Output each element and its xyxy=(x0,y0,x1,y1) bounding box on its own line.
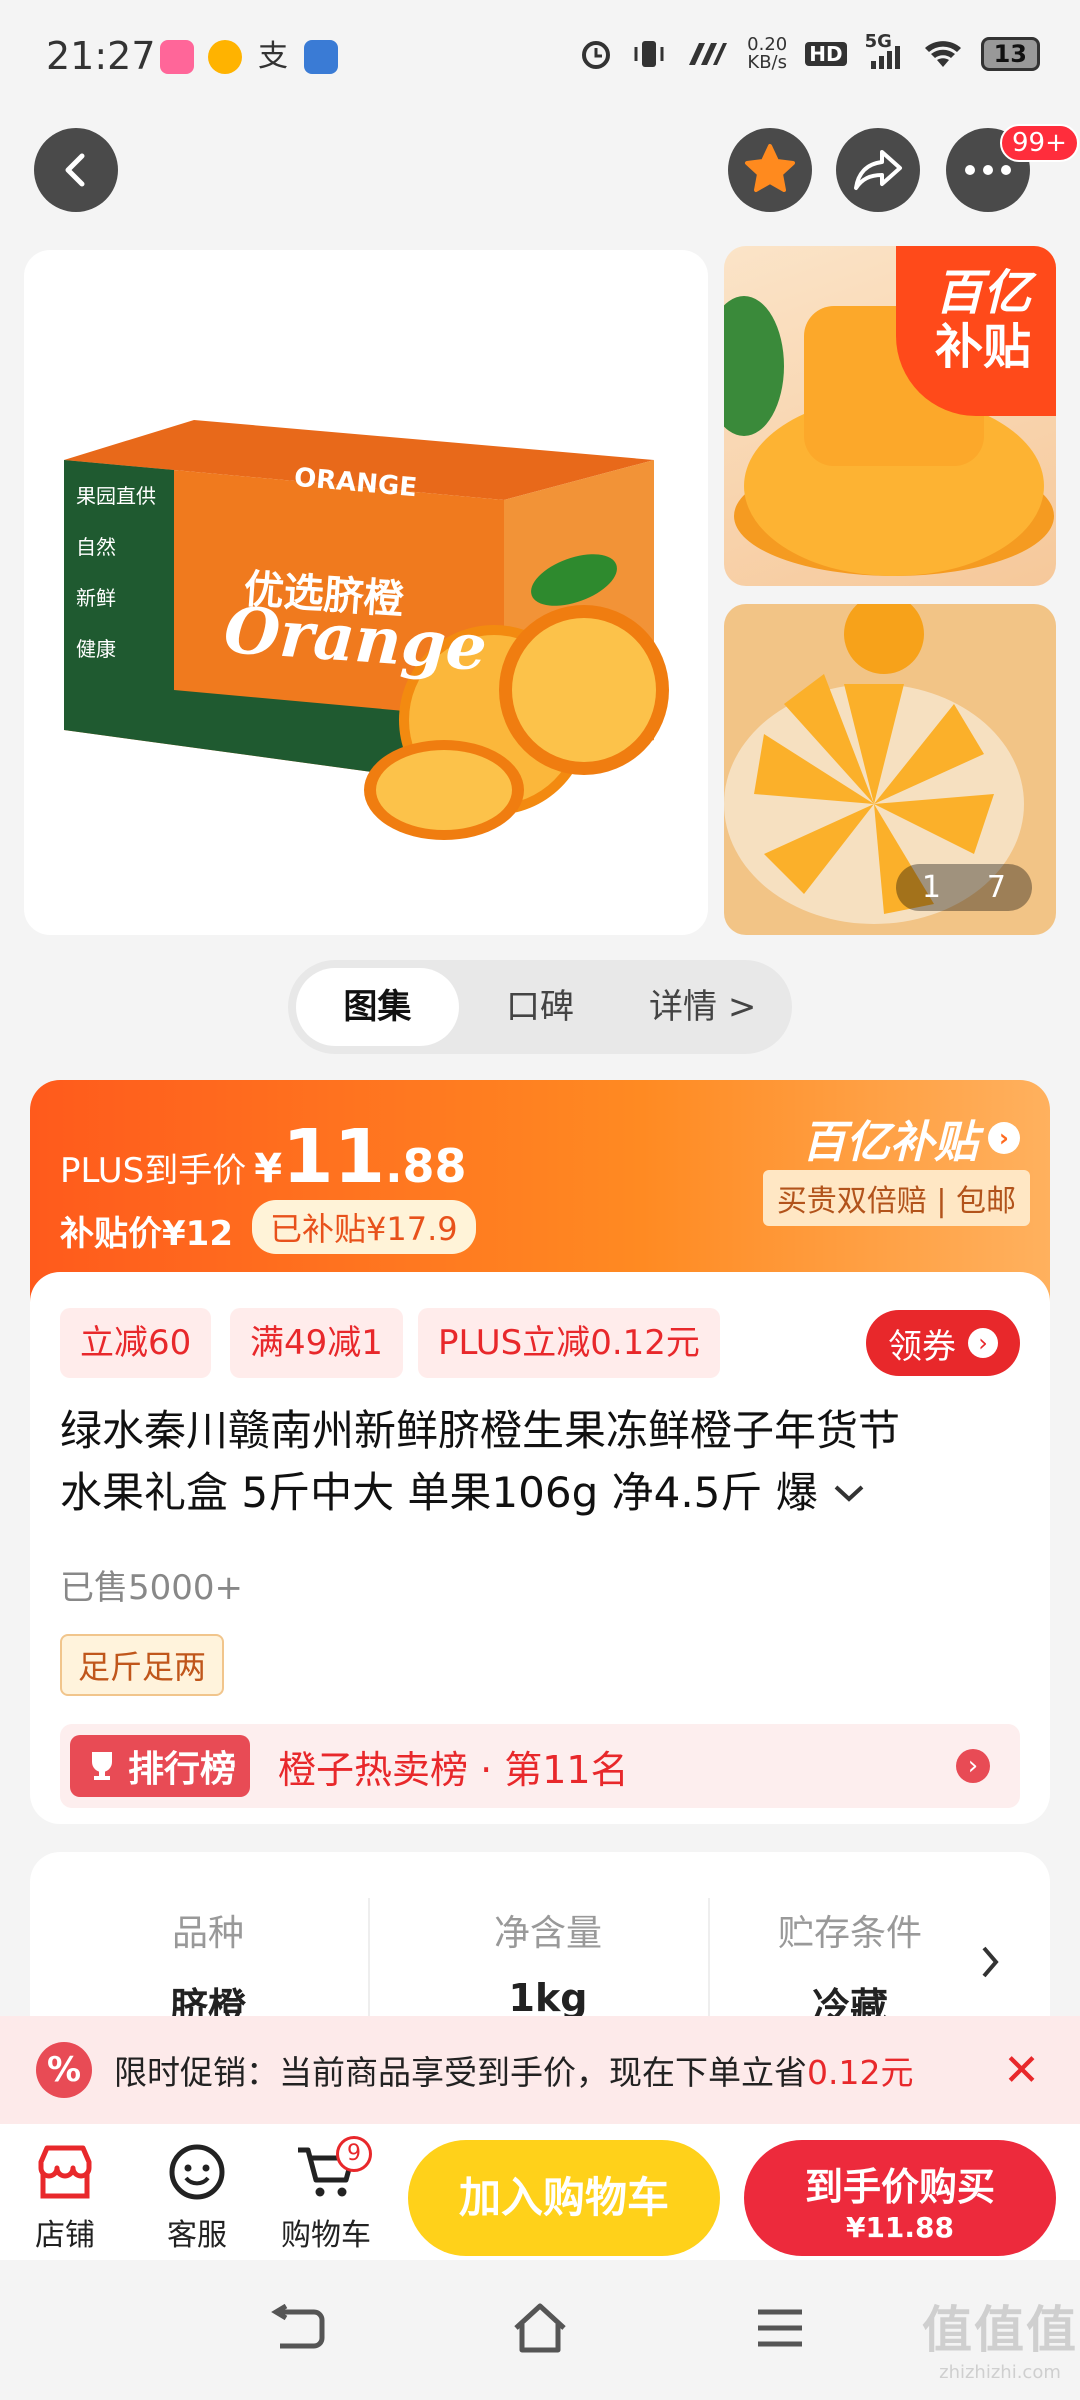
plus-price: PLUS到手价 ¥ 11 .88 xyxy=(60,1114,467,1200)
main-product-image[interactable]: ORANGE 优选脐橙 Orange 果园直供 自然 新鲜 健康 xyxy=(24,250,708,935)
favorite-button[interactable] xyxy=(728,128,812,212)
expand-chevron-icon[interactable] xyxy=(832,1483,866,1503)
watermark: 值值值 zhizhizhi.com xyxy=(922,2301,1078,2383)
get-coupon-button[interactable]: 领券 › xyxy=(866,1310,1020,1376)
sold-count: 已售5000+ xyxy=(60,1568,244,1608)
status-bar: 21:27 支 0.20 KB/s HD 5G 13 xyxy=(0,0,1080,110)
add-to-cart-button[interactable]: 加入购物车 xyxy=(408,2140,720,2256)
quality-tag: 足斤足两 xyxy=(60,1634,225,1696)
share-button[interactable] xyxy=(836,128,920,212)
notification-icons: 支 xyxy=(160,40,338,74)
vibrate-icon xyxy=(634,41,664,67)
chevron-left-icon xyxy=(65,153,85,187)
promo-text: 限时促销：当前商品享受到手价，现在下单立省 xyxy=(114,2053,807,2092)
home-nav-icon[interactable] xyxy=(510,2300,570,2356)
system-icons: 0.20 KB/s HD 5G 13 xyxy=(579,31,1040,73)
system-nav-bar: 值值值 zhizhizhi.com xyxy=(0,2260,1080,2400)
image-counter: 1 7 xyxy=(895,864,1032,911)
shop-button[interactable]: 店铺 xyxy=(24,2142,106,2254)
bilibili-icon xyxy=(160,40,194,74)
spec-variety: 品种 脐橙 xyxy=(169,1913,246,2029)
spec-weight: 净含量 1kg xyxy=(493,1913,602,2020)
product-title[interactable]: 绿水秦川赣南州新鲜脐橙生果冻鲜橙子年货节 水果礼盒 5斤中大 单果106g 净4… xyxy=(60,1400,1040,1524)
gallery-thumbnail-1[interactable]: 百亿 补贴 xyxy=(724,246,1056,586)
app-store-icon xyxy=(304,40,338,74)
rank-text: 橙子热卖榜 · 第11名 xyxy=(278,1747,629,1792)
spec-storage: 贮存条件 冷藏 xyxy=(777,1913,922,2029)
cart-count-badge: 9 xyxy=(336,2136,372,2172)
gallery-thumbnail-2[interactable]: 1 7 xyxy=(724,604,1056,935)
shop-icon xyxy=(38,2145,92,2199)
signal-icon: 5G xyxy=(865,31,905,71)
brand-subsidy-link[interactable]: 百亿补贴 › xyxy=(802,1106,1020,1170)
rank-badge: 排行榜 xyxy=(70,1735,251,1797)
content-tabs: 图集 口碑 详情 > xyxy=(288,960,792,1054)
divider xyxy=(708,1898,710,2018)
buy-now-button[interactable]: 到手价购买 ¥11.88 xyxy=(744,2140,1056,2256)
box-side-labels: 果园直供 自然 新鲜 健康 xyxy=(76,484,156,661)
tab-details[interactable]: 详情 > xyxy=(621,968,784,1046)
wifi-icon xyxy=(924,41,961,67)
chevron-right-icon: › xyxy=(968,1328,998,1358)
network-speed: 0.20 KB/s xyxy=(747,34,788,73)
battery-icon: 13 xyxy=(980,37,1040,71)
tab-reviews[interactable]: 口碑 xyxy=(459,968,622,1046)
promo-banner[interactable]: % 限时促销：当前商品享受到手价，现在下单立省 0.12元 ✕ xyxy=(0,2016,1080,2124)
subsidized-tag: 已补贴¥17.9 xyxy=(252,1200,476,1254)
product-info-card: 立减60 满49减1 PLUS立减0.12元 领券 › 绿水秦川赣南州新鲜脐橙生… xyxy=(30,1272,1050,1824)
bottom-action-bar: 店铺 客服 购物车 9 加入购物车 到手价购买 ¥11.88 xyxy=(0,2124,1080,2260)
nfc-icon xyxy=(689,43,728,65)
guarantee-tag: 买贵双倍赔 | 包邮 xyxy=(762,1170,1030,1226)
cart-button[interactable]: 购物车 9 xyxy=(276,2136,376,2254)
tiger-app-icon xyxy=(208,40,242,74)
star-icon xyxy=(745,144,795,192)
divider xyxy=(368,1898,370,2018)
percent-icon: % xyxy=(36,2042,92,2098)
back-button[interactable] xyxy=(34,128,118,212)
ranking-row[interactable]: 排行榜 橙子热卖榜 · 第11名 › xyxy=(60,1724,1020,1808)
subsidy-corner-tag: 百亿 补贴 xyxy=(896,246,1056,416)
alarm-icon xyxy=(582,41,611,69)
more-dots-icon xyxy=(965,165,1011,175)
coupon-chip[interactable]: PLUS立减0.12元 xyxy=(418,1308,720,1378)
subsidy-price: 补贴价¥12 xyxy=(60,1214,233,1254)
menu-nav-icon[interactable] xyxy=(756,2306,804,2350)
alipay-icon: 支 xyxy=(258,39,288,74)
hd-icon: HD xyxy=(805,42,847,66)
promo-amount: 0.12元 xyxy=(807,2053,914,2092)
clock: 21:27 xyxy=(46,34,156,78)
chevron-right-icon[interactable] xyxy=(978,1944,1002,1980)
tab-gallery[interactable]: 图集 xyxy=(296,968,459,1046)
chevron-right-icon: › xyxy=(956,1749,990,1783)
message-badge: 99+ xyxy=(1000,124,1079,162)
service-icon xyxy=(169,2144,225,2200)
back-nav-icon[interactable] xyxy=(270,2304,326,2354)
customer-service-button[interactable]: 客服 xyxy=(152,2142,242,2254)
trophy-icon xyxy=(92,1752,112,1780)
coupon-chip[interactable]: 立减60 xyxy=(60,1308,212,1378)
coupon-chip[interactable]: 满49减1 xyxy=(230,1308,403,1378)
close-icon[interactable]: ✕ xyxy=(1003,2045,1040,2096)
chevron-right-icon: › xyxy=(988,1122,1020,1154)
share-icon xyxy=(854,150,902,190)
